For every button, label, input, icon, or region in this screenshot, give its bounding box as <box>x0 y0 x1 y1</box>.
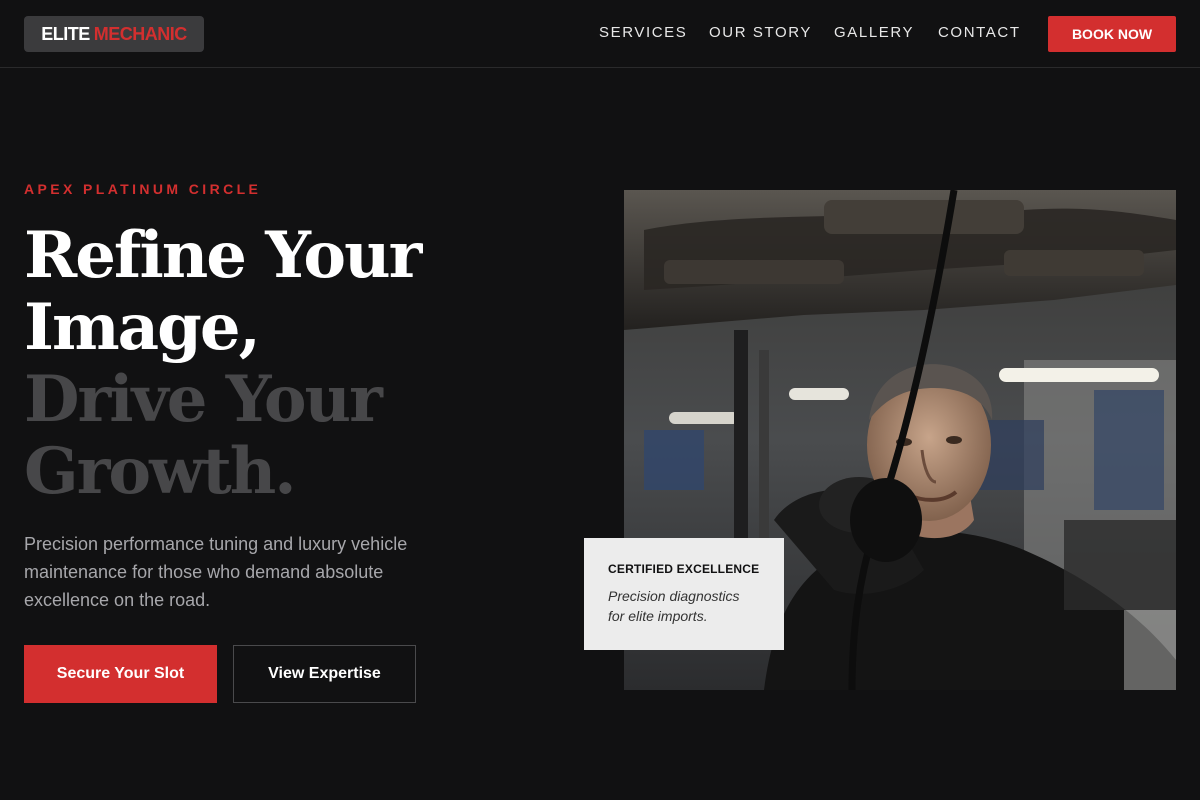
headline-line-1: Refine Your <box>24 218 422 293</box>
hero-headline: Refine Your Image, Drive Your Growth. <box>24 220 584 508</box>
headline-line-4: Growth. <box>24 434 297 509</box>
site-header: ELITE MECHANIC SERVICES OUR STORY GALLER… <box>0 0 1200 68</box>
brand-word-elite: ELITE <box>41 23 90 44</box>
brand-word-mechanic: MECHANIC <box>93 23 188 44</box>
hero-eyebrow: APEX PLATINUM CIRCLE <box>24 181 262 197</box>
card-title: CERTIFIED EXCELLENCE <box>608 562 760 576</box>
secure-slot-button[interactable]: Secure Your Slot <box>24 645 217 703</box>
headline-line-2: Image, <box>24 290 261 365</box>
nav-link-contact[interactable]: CONTACT <box>938 24 1021 41</box>
view-expertise-button[interactable]: View Expertise <box>233 645 416 703</box>
hero-description: Precision performance tuning and luxury … <box>24 534 408 610</box>
nav-link-services[interactable]: SERVICES <box>599 24 687 41</box>
nav-link-gallery[interactable]: GALLERY <box>834 24 914 41</box>
headline-line-3: Drive Your <box>24 362 383 437</box>
card-description: Precision diagnostics for elite imports. <box>608 588 740 624</box>
brand-logo[interactable]: ELITE MECHANIC <box>24 16 204 52</box>
certified-excellence-card: CERTIFIED EXCELLENCE Precision diagnosti… <box>584 538 784 650</box>
book-now-button[interactable]: BOOK NOW <box>1048 16 1176 52</box>
nav-link-our-story[interactable]: OUR STORY <box>709 24 812 41</box>
